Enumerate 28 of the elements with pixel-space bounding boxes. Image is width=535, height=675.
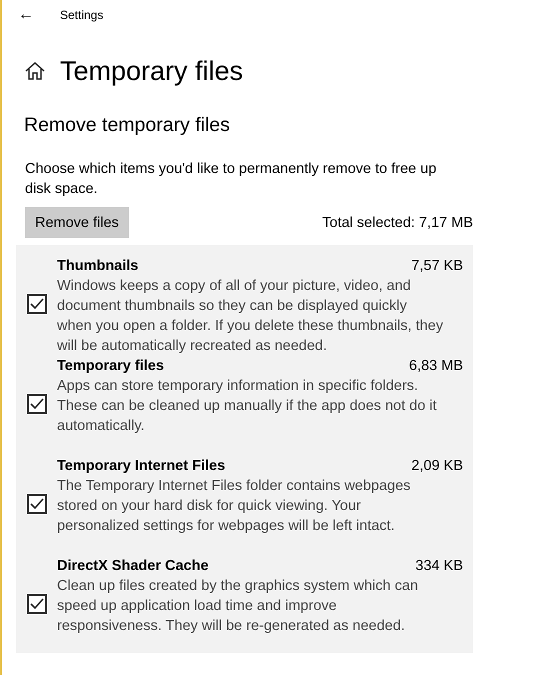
page-title: Temporary files [60, 56, 244, 86]
item-description: Windows keeps a copy of all of your picture, video, and document thumbnails so they can be displayed quickly when you open a folder. If you delete these thumbnails, they will be automatically recreated as needed. [57, 277, 444, 356]
item-size: 6,83 MB [409, 357, 463, 376]
item-description: The Temporary Internet Files folder contains webpages stored on your hard disk for quick viewing. Your personalized settings for webpages will be left intact. [57, 477, 412, 536]
item-size: 7,57 KB [411, 257, 463, 276]
section-title: Remove temporary files [23, 113, 231, 137]
check-icon [30, 398, 44, 410]
total-selected: Total selected: 7,17 MB [322, 214, 473, 230]
window-title: Settings [60, 8, 104, 22]
item-name: Temporary Internet Files [57, 457, 226, 476]
item-name: Thumbnails [57, 257, 138, 276]
item-description: Apps can store temporary information in specific folders. These can be cleaned up manually if the app does not do it automatically. [57, 377, 438, 436]
check-icon [30, 598, 44, 610]
section-description: Choose which items you'd like to permanently remove to free up disk space. [25, 160, 438, 199]
back-button[interactable]: ← [18, 6, 34, 24]
checkbox[interactable] [27, 294, 47, 314]
checkbox[interactable] [27, 494, 47, 514]
item-name: Temporary files [57, 357, 164, 376]
home-icon [24, 60, 46, 82]
remove-files-button[interactable]: Remove files [25, 207, 129, 238]
check-icon [30, 298, 44, 310]
item-size: 2,09 KB [411, 457, 463, 476]
item-size: 334 KB [415, 557, 463, 576]
check-icon [30, 498, 44, 510]
item-description: Clean up files created by the graphics system which can speed up application load time and improve responsiveness. They will be re-generated as needed. [57, 577, 420, 636]
checkbox[interactable] [27, 394, 47, 414]
item-name: DirectX Shader Cache [57, 557, 209, 576]
checkbox[interactable] [27, 594, 47, 614]
